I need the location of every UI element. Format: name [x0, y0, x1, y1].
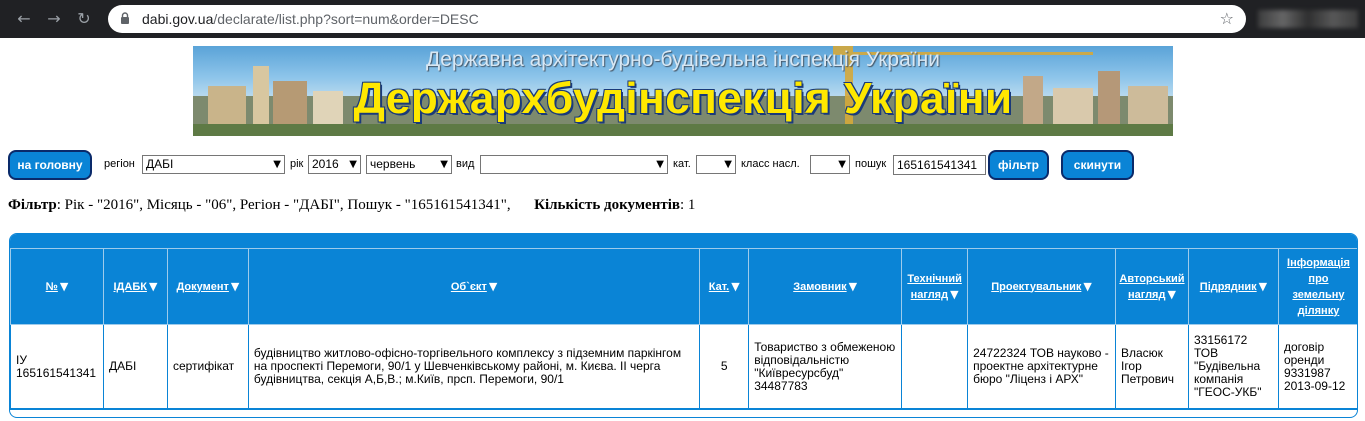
- year-select[interactable]: 2016 ▼: [308, 155, 361, 174]
- column-header-num[interactable]: № ▼: [10, 248, 104, 325]
- search-label: пошук: [855, 158, 887, 170]
- region-label: регіон: [104, 158, 135, 170]
- chevron-down-icon: ▼: [656, 159, 664, 170]
- column-header-category[interactable]: Кат. ▼: [699, 248, 750, 325]
- search-input[interactable]: 165161541341: [893, 155, 986, 175]
- cell-idabk: ДАБІ: [102, 324, 168, 409]
- reset-button[interactable]: скинути: [1061, 150, 1134, 180]
- lock-icon: [121, 12, 129, 24]
- filter-bar: на головну регіон ДАБІ ▼ рік 2016 ▼ черв…: [8, 149, 1358, 181]
- cell-category: 5: [699, 324, 750, 409]
- column-header-label: Документ: [176, 280, 229, 293]
- cell-author-supervision: Власюк Ігор Петрович: [1114, 324, 1189, 409]
- region-select-value: ДАБІ: [146, 157, 174, 171]
- column-header-customer[interactable]: Замовник ▼: [748, 248, 903, 325]
- browser-toolbar: ← → ↻ dabi.gov.ua/declarate/list.php?sor…: [0, 0, 1365, 38]
- sort-down-icon: ▼: [1258, 279, 1268, 293]
- category-label: кат.: [673, 158, 691, 170]
- cell-contractor: 33156172 ТОВ "Будівельна компанія "ГЕОС-…: [1187, 324, 1279, 409]
- column-header-tech-supervision[interactable]: Технічний нагляд ▼: [901, 248, 969, 325]
- table-top-bar: [10, 234, 1357, 248]
- column-header-object[interactable]: Об`єкт ▼: [247, 248, 701, 325]
- column-header-land-info[interactable]: Інформація про земельну ділянку: [1277, 248, 1357, 325]
- forward-arrow-icon[interactable]: →: [44, 9, 64, 29]
- profile-avatar[interactable]: [1258, 10, 1358, 28]
- cell-tech-supervision: [901, 324, 969, 409]
- column-header-label: Замовник: [793, 280, 847, 293]
- type-label: вид: [456, 158, 475, 170]
- column-header-contractor[interactable]: Підрядник ▼: [1187, 248, 1279, 325]
- back-arrow-icon[interactable]: ←: [14, 9, 34, 29]
- sort-down-icon: ▼: [950, 287, 959, 301]
- year-label: рік: [290, 158, 304, 170]
- sort-down-icon: ▼: [848, 279, 858, 293]
- url-path: /declarate/list.php?sort=num&order=DESC: [213, 11, 479, 27]
- banner-title: Держархбудінспекція України: [353, 74, 1013, 123]
- cell-num: ІУ 165161541341: [10, 324, 104, 409]
- url-text: dabi.gov.ua/declarate/list.php?sort=num&…: [142, 11, 479, 27]
- sort-down-icon: ▼: [488, 279, 498, 293]
- bookmark-star-icon[interactable]: ☆: [1220, 9, 1234, 28]
- column-header-label: Об`єкт: [450, 280, 487, 293]
- table-row: ІУ 165161541341 ДАБІ сертифікат будівниц…: [10, 324, 1357, 409]
- table-header-row: № ▼ ІДАБК ▼ Документ ▼ Об`єкт ▼ Кат. ▼ Замовн…: [10, 248, 1357, 325]
- sort-down-icon: ▼: [1167, 287, 1176, 301]
- column-header-label: №: [45, 280, 58, 293]
- filter-button[interactable]: фільтр: [988, 150, 1049, 180]
- filter-summary-text: : Рік - "2016", Місяць - "06", Регіон - …: [56, 197, 511, 213]
- sort-down-icon: ▼: [59, 279, 69, 293]
- month-select-value: червень: [370, 157, 416, 171]
- filter-summary-label: Фільтр: [8, 197, 57, 213]
- cell-designer: 24722324 ТОВ науково - проектне архітект…: [967, 324, 1116, 409]
- column-header-document[interactable]: Документ ▼: [166, 248, 249, 325]
- cell-object: будівництво житлово-офісно-торгівельного…: [247, 324, 701, 409]
- column-header-label: Підрядник: [1199, 280, 1257, 293]
- sort-down-icon: ▼: [230, 279, 240, 293]
- column-header-label: Кат.: [708, 280, 730, 293]
- cell-land-info: договір оренди 9331987 2013-09-12: [1277, 324, 1357, 409]
- banner-subtitle: Державна архітектурно-будівельна інспекц…: [426, 48, 940, 71]
- results-table-container: № ▼ ІДАБК ▼ Документ ▼ Об`єкт ▼ Кат. ▼ Замовн…: [9, 233, 1358, 418]
- sort-down-icon: ▼: [148, 279, 158, 293]
- reload-icon[interactable]: ↻: [74, 9, 94, 29]
- address-bar[interactable]: dabi.gov.ua/declarate/list.php?sort=num&…: [108, 5, 1246, 33]
- class-select[interactable]: ▼: [810, 155, 850, 174]
- site-banner: Державна архітектурно-будівельна інспекц…: [193, 46, 1173, 136]
- sort-down-icon: ▼: [731, 279, 740, 293]
- chevron-down-icon: ▼: [724, 159, 732, 170]
- column-header-author-supervision[interactable]: Авторський нагляд ▼: [1114, 248, 1189, 325]
- chevron-down-icon: ▼: [349, 159, 357, 170]
- type-select[interactable]: ▼: [480, 155, 668, 174]
- table-bottom-bar: [10, 409, 1357, 417]
- chevron-down-icon: ▼: [838, 159, 846, 170]
- column-header-designer[interactable]: Проектувальник ▼: [967, 248, 1116, 325]
- document-count-value: : 1: [679, 197, 696, 213]
- column-header-label: ІДАБК: [113, 280, 147, 293]
- category-select[interactable]: ▼: [696, 155, 736, 174]
- chevron-down-icon: ▼: [440, 159, 448, 170]
- document-count-label: Кількість документів: [534, 197, 680, 213]
- cell-document: сертифікат: [166, 324, 249, 409]
- home-button[interactable]: на головну: [8, 150, 92, 180]
- region-select[interactable]: ДАБІ ▼: [142, 155, 285, 174]
- year-select-value: 2016: [312, 157, 339, 171]
- column-header-label: Інформація про земельну ділянку: [1287, 256, 1350, 317]
- class-label: класс насл.: [741, 158, 800, 170]
- results-table: № ▼ ІДАБК ▼ Документ ▼ Об`єкт ▼ Кат. ▼ Замовн…: [10, 248, 1357, 409]
- column-header-label: Проектувальник: [991, 280, 1082, 293]
- filter-summary: Фільтр: Рік - "2016", Місяць - "06", Рег…: [8, 197, 695, 214]
- sort-down-icon: ▼: [1083, 279, 1092, 293]
- month-select[interactable]: червень ▼: [366, 155, 452, 174]
- chevron-down-icon: ▼: [273, 159, 281, 170]
- column-header-idabk[interactable]: ІДАБК ▼: [102, 248, 168, 325]
- url-host: dabi.gov.ua: [142, 11, 214, 27]
- cell-customer: Товариство з обмеженою відповідальністю …: [748, 324, 903, 409]
